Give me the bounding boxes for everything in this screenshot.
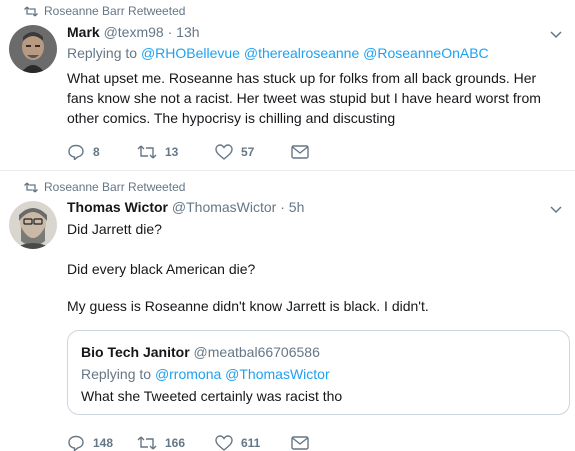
retweet-icon — [24, 182, 38, 192]
quoted-tweet[interactable]: Bio Tech Janitor @meatbal66706586 Replyi… — [67, 330, 570, 415]
tweet-text: What upset me. Roseanne has stuck up for… — [67, 70, 541, 126]
reply-count: 8 — [93, 145, 100, 159]
reply-icon — [68, 435, 84, 451]
user-handle[interactable]: @ThomasWictor — [172, 199, 276, 215]
retweet-count: 13 — [165, 145, 179, 159]
replying-to-label: Replying to — [81, 366, 152, 382]
mention-link[interactable]: @RHOBellevue — [141, 45, 240, 61]
direct-message-button[interactable] — [291, 436, 371, 450]
mention-link: @rromona — [154, 366, 222, 382]
retweet-button[interactable]: 13 — [137, 144, 217, 160]
like-button[interactable]: 57 — [215, 144, 295, 160]
mention-link[interactable]: @RoseanneOnABC — [363, 45, 489, 61]
reply-button[interactable]: 148 — [67, 435, 147, 451]
quoted-display-name: Bio Tech Janitor — [81, 344, 190, 360]
quoted-tweet-text: What she Tweeted certainly was racist th… — [81, 388, 343, 404]
direct-message-button[interactable] — [291, 145, 371, 159]
mention-link: @ThomasWictor — [225, 366, 330, 382]
heart-icon — [215, 435, 233, 451]
retweet-context: Roseanne Barr Retweeted — [24, 180, 186, 194]
retweet-icon — [137, 145, 157, 159]
chevron-down-icon[interactable] — [550, 206, 562, 214]
retweet-context-label: Roseanne Barr Retweeted — [44, 180, 186, 194]
retweet-icon — [24, 6, 38, 16]
quoted-replying-to: Replying to @rromona @ThomasWictor — [81, 366, 330, 382]
tweet-actions: 8 13 57 — [67, 144, 371, 160]
reply-button[interactable]: 8 — [67, 144, 147, 160]
tweet-header: Thomas Wictor @ThomasWictor · 5h — [67, 199, 304, 215]
user-handle[interactable]: @texm98 — [104, 24, 164, 40]
like-count: 611 — [241, 436, 261, 450]
like-button[interactable]: 611 — [215, 435, 295, 451]
tweet-text-line: Did Jarrett die? — [67, 221, 162, 237]
avatar[interactable] — [9, 25, 57, 73]
envelope-icon — [291, 436, 309, 450]
chevron-down-icon[interactable] — [550, 31, 562, 39]
retweet-icon — [137, 436, 157, 450]
avatar[interactable] — [9, 201, 57, 249]
envelope-icon — [291, 145, 309, 159]
display-name[interactable]: Thomas Wictor — [67, 199, 168, 215]
replying-to-label: Replying to — [67, 45, 138, 61]
reply-icon — [68, 144, 84, 160]
tweet-header: Mark @texm98 · 13h — [67, 24, 200, 40]
retweet-count: 166 — [165, 436, 186, 450]
tweet-text-line: My guess is Roseanne didn't know Jarrett… — [67, 298, 429, 314]
reply-count: 148 — [93, 436, 114, 450]
mention-link[interactable]: @therealroseanne — [244, 45, 359, 61]
retweet-context-label: Roseanne Barr Retweeted — [44, 4, 186, 18]
display-name[interactable]: Mark — [67, 24, 100, 40]
timestamp[interactable]: 13h — [176, 24, 199, 40]
retweet-context: Roseanne Barr Retweeted — [24, 4, 186, 18]
tweet-actions: 148 166 611 — [67, 435, 371, 451]
tweet-thomas-wictor[interactable]: Roseanne Barr Retweeted Thomas Wictor @T… — [0, 171, 575, 451]
replying-to: Replying to @RHOBellevue @therealroseann… — [67, 45, 489, 61]
tweet-mark[interactable]: Roseanne Barr Retweeted Mark @texm98 · 1… — [0, 0, 575, 170]
tweet-text-line: Did every black American die? — [67, 261, 256, 277]
quoted-user-handle: @meatbal66706586 — [193, 344, 320, 360]
retweet-button[interactable]: 166 — [137, 435, 217, 451]
heart-icon — [215, 144, 233, 160]
timestamp[interactable]: 5h — [289, 199, 305, 215]
separator-dot: · — [167, 24, 173, 40]
quoted-tweet-header: Bio Tech Janitor @meatbal66706586 — [81, 344, 320, 360]
separator-dot: · — [280, 199, 285, 215]
like-count: 57 — [241, 145, 255, 159]
